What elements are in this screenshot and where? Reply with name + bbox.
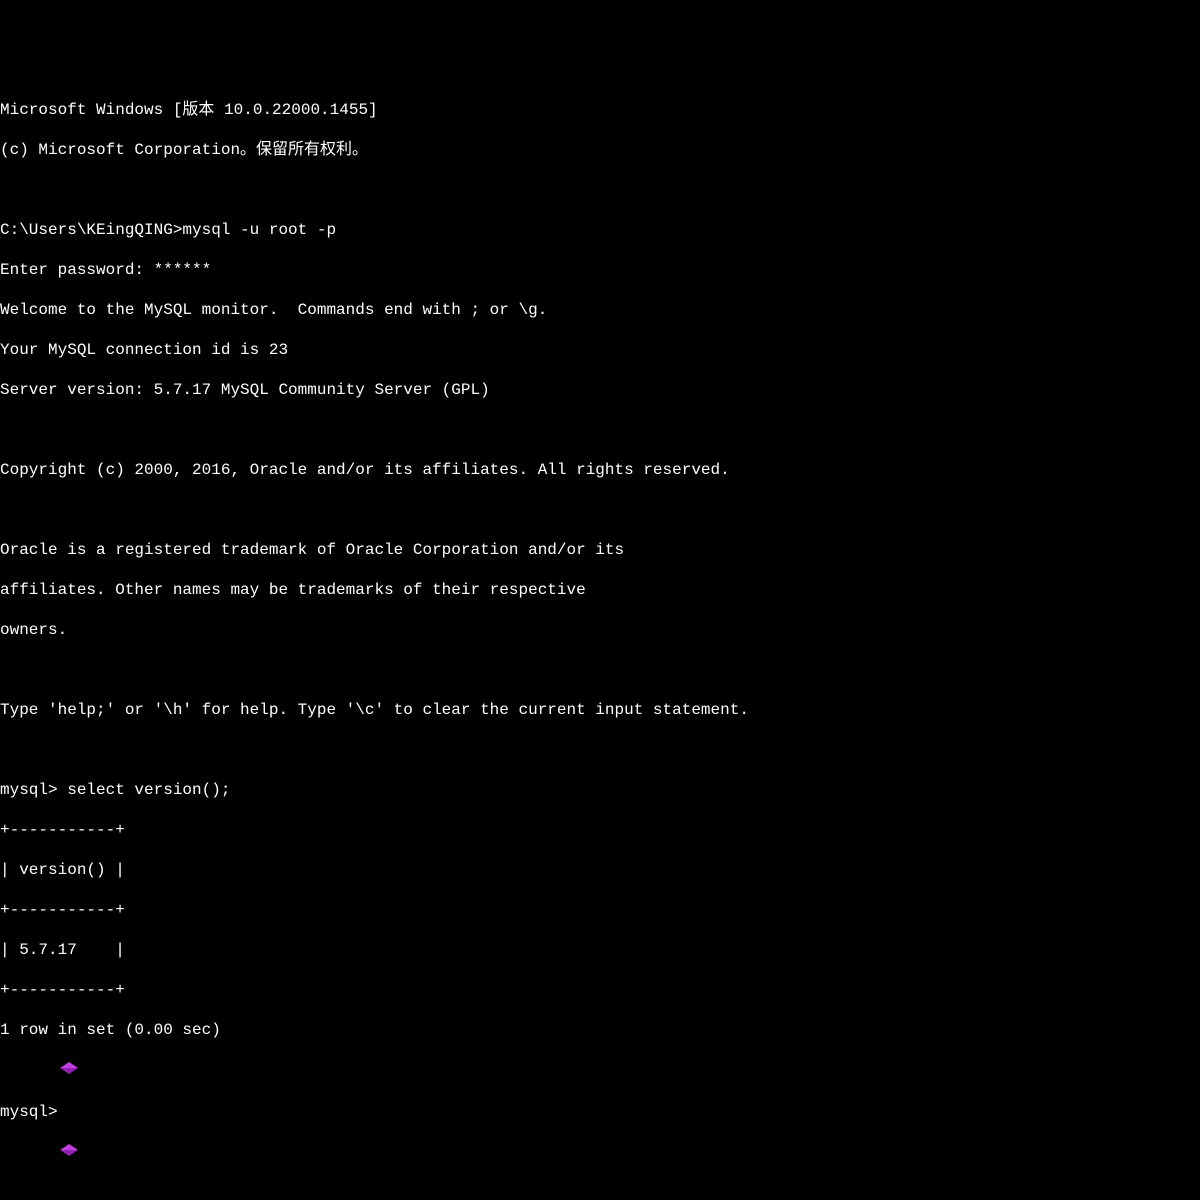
server-version-line: Server version: 5.7.17 MySQL Community S… [0, 380, 1200, 400]
trademark-line-2: affiliates. Other names may be trademark… [0, 580, 1200, 600]
gem-icon-line [0, 1060, 1200, 1082]
blank-line [0, 740, 1200, 760]
table-border-line: +-----------+ [0, 900, 1200, 920]
result-summary-line: 1 row in set (0.00 sec) [0, 1020, 1200, 1040]
mysql-prompt-line[interactable]: mysql> [0, 1102, 1200, 1122]
table-border-line: +-----------+ [0, 820, 1200, 840]
help-hint-line: Type 'help;' or '\h' for help. Type '\c'… [0, 700, 1200, 720]
blank-line [0, 420, 1200, 440]
table-header-line: | version() | [0, 860, 1200, 880]
welcome-line: Welcome to the MySQL monitor. Commands e… [0, 300, 1200, 320]
mysql-query-line: mysql> select version(); [0, 780, 1200, 800]
connection-id-line: Your MySQL connection id is 23 [0, 340, 1200, 360]
trademark-line-3: owners. [0, 620, 1200, 640]
gem-icon [60, 1144, 78, 1156]
blank-line [0, 180, 1200, 200]
windows-version-line: Microsoft Windows [版本 10.0.22000.1455] [0, 100, 1200, 120]
terminal-window[interactable]: Microsoft Windows [版本 10.0.22000.1455] (… [0, 80, 1200, 1184]
password-prompt-line: Enter password: ****** [0, 260, 1200, 280]
command-prompt-line: C:\Users\KEingQING>mysql -u root -p [0, 220, 1200, 240]
oracle-copyright-line: Copyright (c) 2000, 2016, Oracle and/or … [0, 460, 1200, 480]
gem-icon-line [0, 1142, 1200, 1164]
copyright-line: (c) Microsoft Corporation。保留所有权利。 [0, 140, 1200, 160]
table-border-line: +-----------+ [0, 980, 1200, 1000]
table-data-line: | 5.7.17 | [0, 940, 1200, 960]
blank-line [0, 500, 1200, 520]
trademark-line-1: Oracle is a registered trademark of Orac… [0, 540, 1200, 560]
gem-icon [60, 1062, 78, 1074]
blank-line [0, 660, 1200, 680]
